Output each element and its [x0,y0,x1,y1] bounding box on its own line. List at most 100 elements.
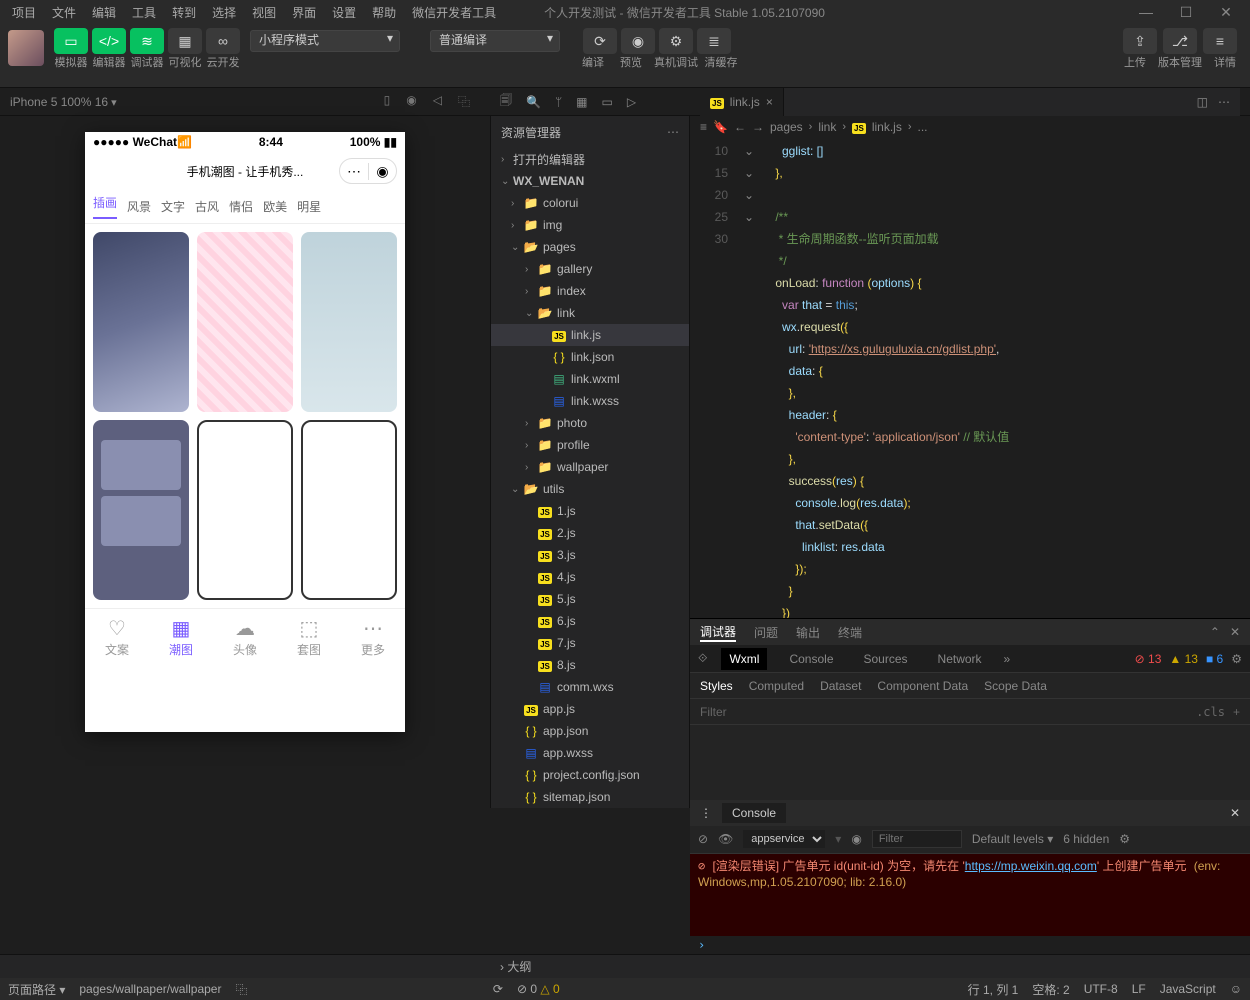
folder-gallery[interactable]: ›📁gallery [491,258,689,280]
info-badge[interactable]: ■ 6 [1206,652,1223,666]
dbg-collapse-icon[interactable]: ⌃ [1210,625,1220,639]
scope-data-tab[interactable]: Scope Data [984,679,1047,693]
language[interactable]: JavaScript [1160,982,1216,996]
file-sitemap[interactable]: { }sitemap.json [491,786,689,808]
menu-help[interactable]: 帮助 [364,2,404,23]
menu-view[interactable]: 视图 [244,2,284,23]
compile-button[interactable]: ⟳ [583,28,617,54]
dbg-tab-terminal[interactable]: 终端 [838,624,862,641]
project-root[interactable]: ⌄WX_WENAN [491,170,689,192]
close-window-button[interactable]: ✕ [1206,4,1246,21]
console-close-icon[interactable]: ✕ [1230,806,1240,820]
split-editor-icon[interactable]: ◫ [1197,95,1208,109]
file-link-wxss[interactable]: ▤link.wxss [491,390,689,412]
device-info[interactable]: iPhone 5 100% 16 ▾ [10,95,117,109]
file-4js[interactable]: JS4.js [491,566,689,588]
console-eye-icon[interactable]: 👁 [718,832,733,846]
cloud-toggle[interactable]: ∞ [206,28,240,54]
run-icon[interactable]: ▷ [627,95,636,109]
clear-cache-button[interactable]: ≣ [697,28,731,54]
wallpaper-card[interactable] [197,232,293,412]
folder-utils[interactable]: ⌄📂utils [491,478,689,500]
editor-toggle[interactable]: </> [92,28,126,54]
styles-filter[interactable]: Filter [700,705,727,719]
file-comm-wxs[interactable]: ▤comm.wxs [491,676,689,698]
styles-tab[interactable]: Styles [700,679,733,693]
insp-tab-console[interactable]: Console [781,648,841,670]
fold-gutter[interactable]: ⌄ ⌄ ⌄ ⌄ [744,138,762,618]
insp-tab-network[interactable]: Network [930,648,990,670]
console-output[interactable]: ⊘ [渲染层错误] 广告单元 id(unit-id) 为空，请先在 'https… [690,854,1250,937]
component-data-tab[interactable]: Component Data [877,679,968,693]
warn-badge[interactable]: ▲ 13 [1169,652,1198,666]
dbg-close-icon[interactable]: ✕ [1230,625,1240,639]
folder-profile[interactable]: ›📁profile [491,434,689,456]
folder-link[interactable]: ⌄📂link [491,302,689,324]
insp-tab-wxml[interactable]: Wxml [721,648,767,670]
breadcrumb[interactable]: ≡🔖←→ pages › link › JS link.js › ... [690,116,1250,138]
details-button[interactable]: ≡ [1203,28,1237,54]
code-content[interactable]: gglist: [] }, /** * 生命周期函数--监听页面加载 */ on… [762,138,1250,618]
file-7js[interactable]: JS7.js [491,632,689,654]
simulator-toggle[interactable]: ▭ [54,28,88,54]
editor-tab-link-js[interactable]: JS link.js × [700,88,784,116]
wallpaper-card[interactable] [301,232,397,412]
visual-toggle[interactable]: ▦ [168,28,202,54]
remote-debug-button[interactable]: ⚙ [659,28,693,54]
menu-devtools[interactable]: 微信开发者工具 [404,2,504,23]
folder-img[interactable]: ›📁img [491,214,689,236]
menu-interface[interactable]: 界面 [284,2,324,23]
file-6js[interactable]: JS6.js [491,610,689,632]
tab-ancient[interactable]: 古风 [195,198,219,215]
branch-icon[interactable]: ᛘ [555,95,562,109]
mode-select[interactable]: 小程序模式 ▾ [250,30,400,52]
console-menu-icon[interactable]: ⋮ [700,806,712,820]
inspect-icon[interactable]: ⟐ [698,651,707,666]
folder-index[interactable]: ›📁index [491,280,689,302]
device-record-icon[interactable]: ◉ [406,93,416,110]
preview-button[interactable]: ◉ [621,28,655,54]
menu-project[interactable]: 项目 [4,2,44,23]
folder-colorui[interactable]: ›📁colorui [491,192,689,214]
console-prompt[interactable]: › [690,936,1250,954]
menu-file[interactable]: 文件 [44,2,84,23]
close-tab-icon[interactable]: × [766,95,773,109]
insp-settings-icon[interactable]: ⚙ [1231,652,1242,666]
status-counts[interactable]: ⊘ 0 △ 0 [517,982,560,996]
tab-illustration[interactable]: 插画 [93,194,117,219]
levels-select[interactable]: Default levels ▾ [972,832,1053,846]
file-3js[interactable]: JS3.js [491,544,689,566]
hidden-count[interactable]: 6 hidden [1063,832,1109,846]
dbg-tab-debugger[interactable]: 调试器 [700,623,736,642]
page-path[interactable]: pages/wallpaper/wallpaper [79,982,221,996]
compile-select[interactable]: 普通编译 ▾ [430,30,560,52]
tab-western[interactable]: 欧美 [263,198,287,215]
eol[interactable]: LF [1132,982,1146,996]
code-editor[interactable]: 10 15 20 25 30 ⌄ ⌄ ⌄ ⌄ gglist: [] }, /**… [690,138,1250,618]
file-link-js[interactable]: JSlink.js [491,324,689,346]
file-project-config[interactable]: { }project.config.json [491,764,689,786]
menu-settings[interactable]: 设置 [324,2,364,23]
insp-tab-sources[interactable]: Sources [856,648,916,670]
file-8js[interactable]: JS8.js [491,654,689,676]
console-clear-icon[interactable]: ⊘ [698,832,708,846]
error-badge[interactable]: ⊘ 13 [1135,652,1162,666]
cursor-pos[interactable]: 行 1, 列 1 [968,981,1019,998]
nav-set[interactable]: ⬚套图 [277,609,341,664]
dbg-tab-output[interactable]: 输出 [796,624,820,641]
file-app-json[interactable]: { }app.json [491,720,689,742]
encoding[interactable]: UTF-8 [1084,982,1118,996]
open-editors-section[interactable]: ›打开的编辑器 [491,148,689,170]
file-app-wxss[interactable]: ▤app.wxss [491,742,689,764]
tab-scenery[interactable]: 风景 [127,198,151,215]
computed-tab[interactable]: Computed [749,679,804,693]
upload-button[interactable]: ⇪ [1123,28,1157,54]
wallpaper-card[interactable] [93,420,189,600]
nav-avatar[interactable]: ☁头像 [213,609,277,664]
add-rule-icon[interactable]: + [1233,705,1240,719]
nav-text[interactable]: ♡文案 [85,609,149,664]
layout-icon[interactable]: ▭ [602,95,613,109]
phone-frame[interactable]: ●●●●● WeChat📶 8:44 100% ▮▮ 手机潮图 - 让手机秀..… [85,132,405,732]
tab-couple[interactable]: 情侣 [229,198,253,215]
console-tab[interactable]: Console [722,803,786,823]
